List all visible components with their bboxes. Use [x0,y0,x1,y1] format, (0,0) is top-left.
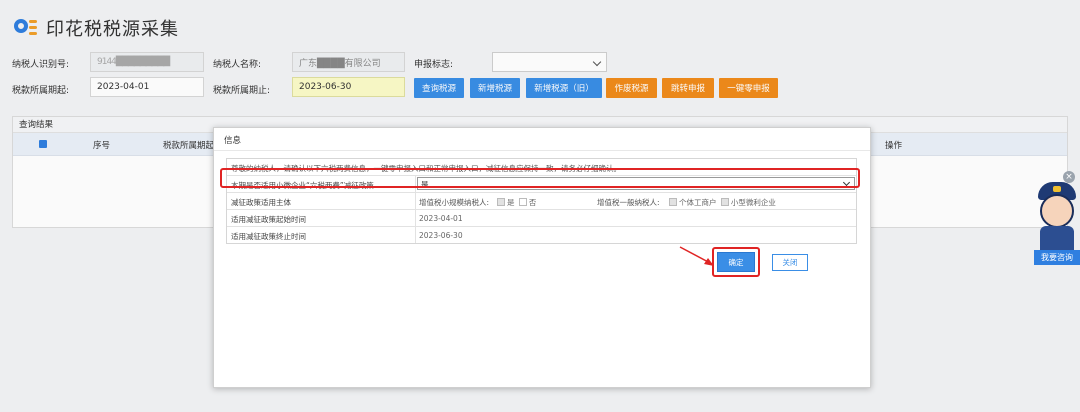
close-icon[interactable]: × [1063,171,1075,183]
avatar-body [1040,226,1074,252]
close-button[interactable]: 关闭 [772,254,808,271]
cap-badge-icon [1053,186,1061,192]
avatar [1040,194,1074,228]
confirm-highlight-box [712,247,760,277]
assistant-widget[interactable]: × 我要咨询 [1030,168,1080,268]
consult-button[interactable]: 我要咨询 [1034,250,1080,265]
page: 印花税税源采集 纳税人识别号: 9144█████████ 纳税人名称: 广东█… [0,0,1080,412]
pointer-arrow-icon [679,246,714,266]
